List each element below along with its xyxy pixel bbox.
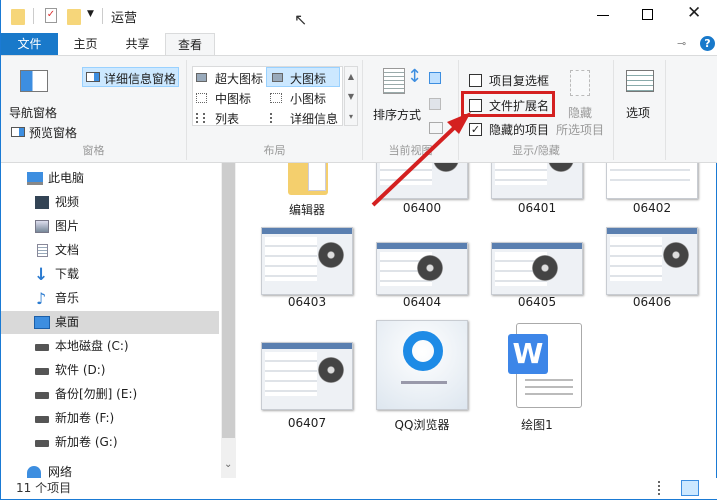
explorer-window: ✓ ▼ 运营 ↖ ✕ 文件 主页 共享 查看 ⊸ ? 导航窗格 详细信息窗格 预… [0,0,717,500]
arrow-shaft [371,124,458,207]
details-view-button[interactable] [658,481,674,495]
large-icons-view-button[interactable] [681,480,699,496]
annotation-arrow [371,112,471,207]
status-bar: 11 个项目 [1,478,717,499]
item-count: 11 个项目 [16,481,72,495]
